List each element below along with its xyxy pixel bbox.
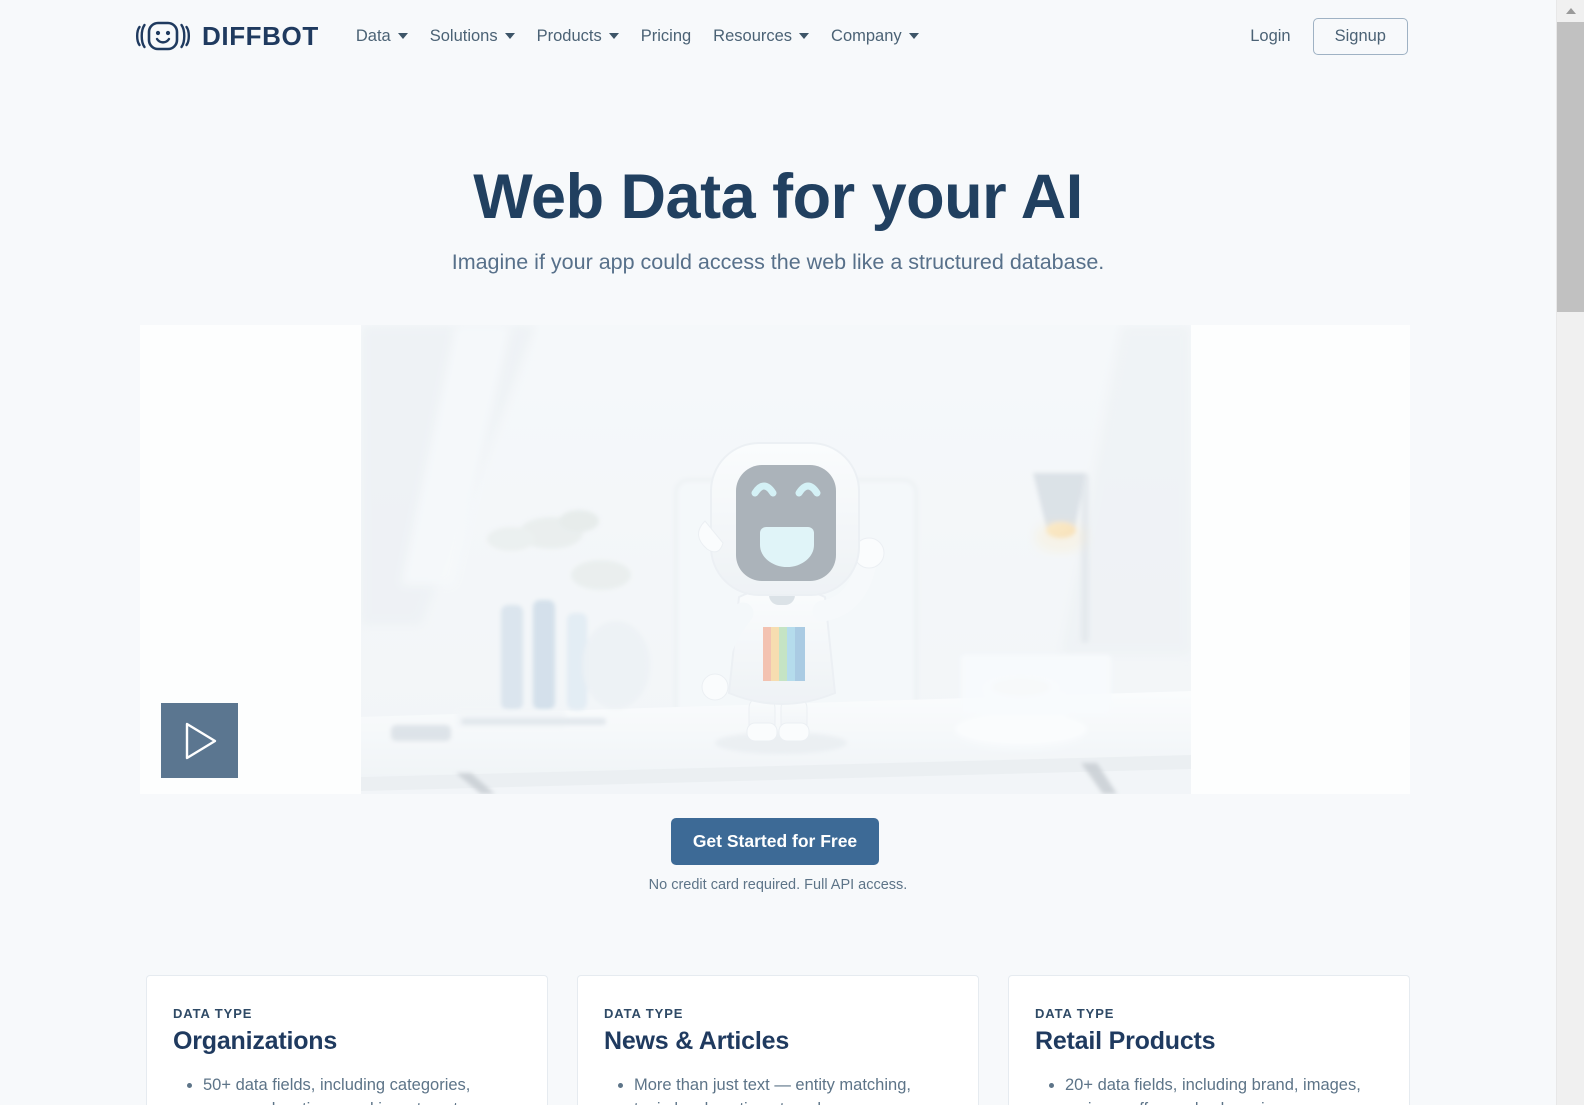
chevron-down-icon [908, 33, 919, 39]
nav-item-resources[interactable]: Resources [702, 21, 820, 52]
page-title: Web Data for your AI [473, 162, 1083, 232]
video-play-button[interactable] [161, 703, 238, 778]
scroll-up-arrow-icon [1565, 8, 1576, 14]
data-type-card-news-articles[interactable]: DATA TYPE News & Articles More than just… [577, 975, 979, 1105]
login-link[interactable]: Login [1250, 27, 1290, 46]
brand-logo[interactable]: DIFFBOT [134, 19, 319, 53]
header-actions: Login Signup [1250, 17, 1408, 55]
list-item: 20+ data fields, including brand, images… [1065, 1074, 1383, 1105]
brand-wordmark: DIFFBOT [202, 21, 319, 51]
data-type-cards: DATA TYPE Organizations 50+ data fields,… [146, 975, 1410, 1105]
chevron-down-icon [608, 33, 619, 39]
hero-video-card [140, 325, 1410, 794]
data-type-card-retail-products[interactable]: DATA TYPE Retail Products 20+ data field… [1008, 975, 1410, 1105]
play-triangle-icon [185, 722, 216, 759]
card-bullet-list: 20+ data fields, including brand, images… [1035, 1074, 1383, 1105]
list-item: 50+ data fields, including categories, r… [203, 1074, 521, 1105]
diffbot-robot-logo-icon [134, 19, 192, 53]
page-subtitle: Imagine if your app could access the web… [451, 250, 1105, 274]
nav-label: Data [355, 26, 391, 45]
robot-desk-illustration [361, 325, 1191, 794]
card-eyebrow: DATA TYPE [604, 1006, 684, 1021]
nav-item-pricing[interactable]: Pricing [630, 21, 702, 52]
main-nav: Data Solutions Products Pricing Resource… [345, 21, 930, 52]
card-title: Retail Products [1035, 1027, 1216, 1055]
page-scrollbar[interactable] [1556, 0, 1584, 1105]
signup-button[interactable]: Signup [1312, 17, 1408, 55]
cta-note: No credit card required. Full API access… [648, 877, 908, 893]
page-viewport: DIFFBOT Data Solutions Products Pricing … [0, 0, 1556, 1105]
site-header: DIFFBOT Data Solutions Products Pricing … [0, 0, 1556, 72]
chevron-down-icon [799, 33, 810, 39]
nav-item-company[interactable]: Company [820, 21, 930, 52]
nav-item-products[interactable]: Products [526, 21, 630, 52]
card-bullet-list: More than just text — entity matching, t… [604, 1074, 952, 1105]
nav-label: Pricing [640, 26, 692, 45]
nav-item-solutions[interactable]: Solutions [419, 21, 526, 52]
nav-item-data[interactable]: Data [345, 21, 419, 52]
list-item: More than just text — entity matching, t… [634, 1074, 952, 1105]
card-title: News & Articles [604, 1027, 790, 1055]
card-eyebrow: DATA TYPE [1035, 1006, 1115, 1021]
nav-label: Solutions [429, 26, 498, 45]
card-title: Organizations [173, 1027, 338, 1055]
chevron-down-icon [504, 33, 515, 39]
get-started-button[interactable]: Get Started for Free [671, 818, 879, 865]
chevron-down-icon [397, 33, 408, 39]
nav-label: Company [831, 26, 902, 45]
scroll-up-button[interactable] [1557, 0, 1584, 22]
nav-label: Resources [713, 26, 793, 45]
card-eyebrow: DATA TYPE [173, 1006, 253, 1021]
hero-video[interactable] [361, 325, 1191, 794]
scrollbar-thumb[interactable] [1557, 22, 1584, 312]
card-bullet-list: 50+ data fields, including categories, r… [173, 1074, 521, 1105]
nav-label: Products [536, 26, 602, 45]
data-type-card-organizations[interactable]: DATA TYPE Organizations 50+ data fields,… [146, 975, 548, 1105]
